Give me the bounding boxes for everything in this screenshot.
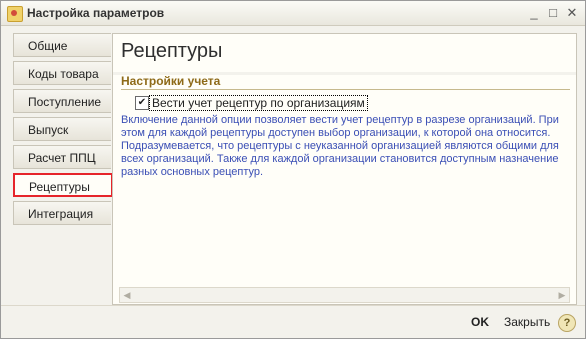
org-recipes-checkbox-label[interactable]: Вести учет рецептур по организациям bbox=[149, 95, 368, 111]
tab-recipes[interactable]: Рецептуры bbox=[13, 173, 113, 197]
org-recipes-checkbox[interactable]: ✔ bbox=[135, 96, 149, 110]
tab-integration[interactable]: Интеграция bbox=[13, 201, 111, 225]
footer: OK Закрыть ? bbox=[1, 305, 585, 339]
app-icon bbox=[7, 6, 23, 22]
option-description: Включение данной опции позволяет вести у… bbox=[121, 114, 559, 178]
recipes-panel: Рецептуры Настройки учета ✔ Вести учет р… bbox=[112, 33, 577, 305]
scroll-left-icon[interactable]: ◀ bbox=[120, 288, 134, 302]
tab-general[interactable]: Общие bbox=[13, 33, 111, 57]
section-title: Настройки учета bbox=[121, 74, 221, 88]
title-bar[interactable]: Настройка параметров _ □ ✕ bbox=[1, 1, 585, 26]
horizontal-scrollbar[interactable]: ◀ ▶ bbox=[119, 287, 570, 303]
maximize-icon[interactable]: □ bbox=[545, 5, 561, 21]
scroll-right-icon[interactable]: ▶ bbox=[555, 288, 569, 302]
ok-button[interactable]: OK bbox=[471, 315, 489, 329]
close-button[interactable]: Закрыть bbox=[504, 315, 550, 329]
minimize-icon[interactable]: _ bbox=[526, 5, 542, 21]
tab-output[interactable]: Выпуск bbox=[13, 117, 111, 141]
settings-window: Настройка параметров _ □ ✕ Общие Коды то… bbox=[0, 0, 586, 339]
section-underline bbox=[121, 89, 570, 90]
tab-receipt[interactable]: Поступление bbox=[13, 89, 111, 113]
window-title: Настройка параметров bbox=[27, 6, 165, 20]
help-icon[interactable]: ? bbox=[558, 314, 576, 332]
close-icon[interactable]: ✕ bbox=[564, 5, 580, 21]
page-title: Рецептуры bbox=[121, 40, 223, 62]
tab-product-codes[interactable]: Коды товара bbox=[13, 61, 111, 85]
tab-ppc-calc[interactable]: Расчет ППЦ bbox=[13, 145, 111, 169]
